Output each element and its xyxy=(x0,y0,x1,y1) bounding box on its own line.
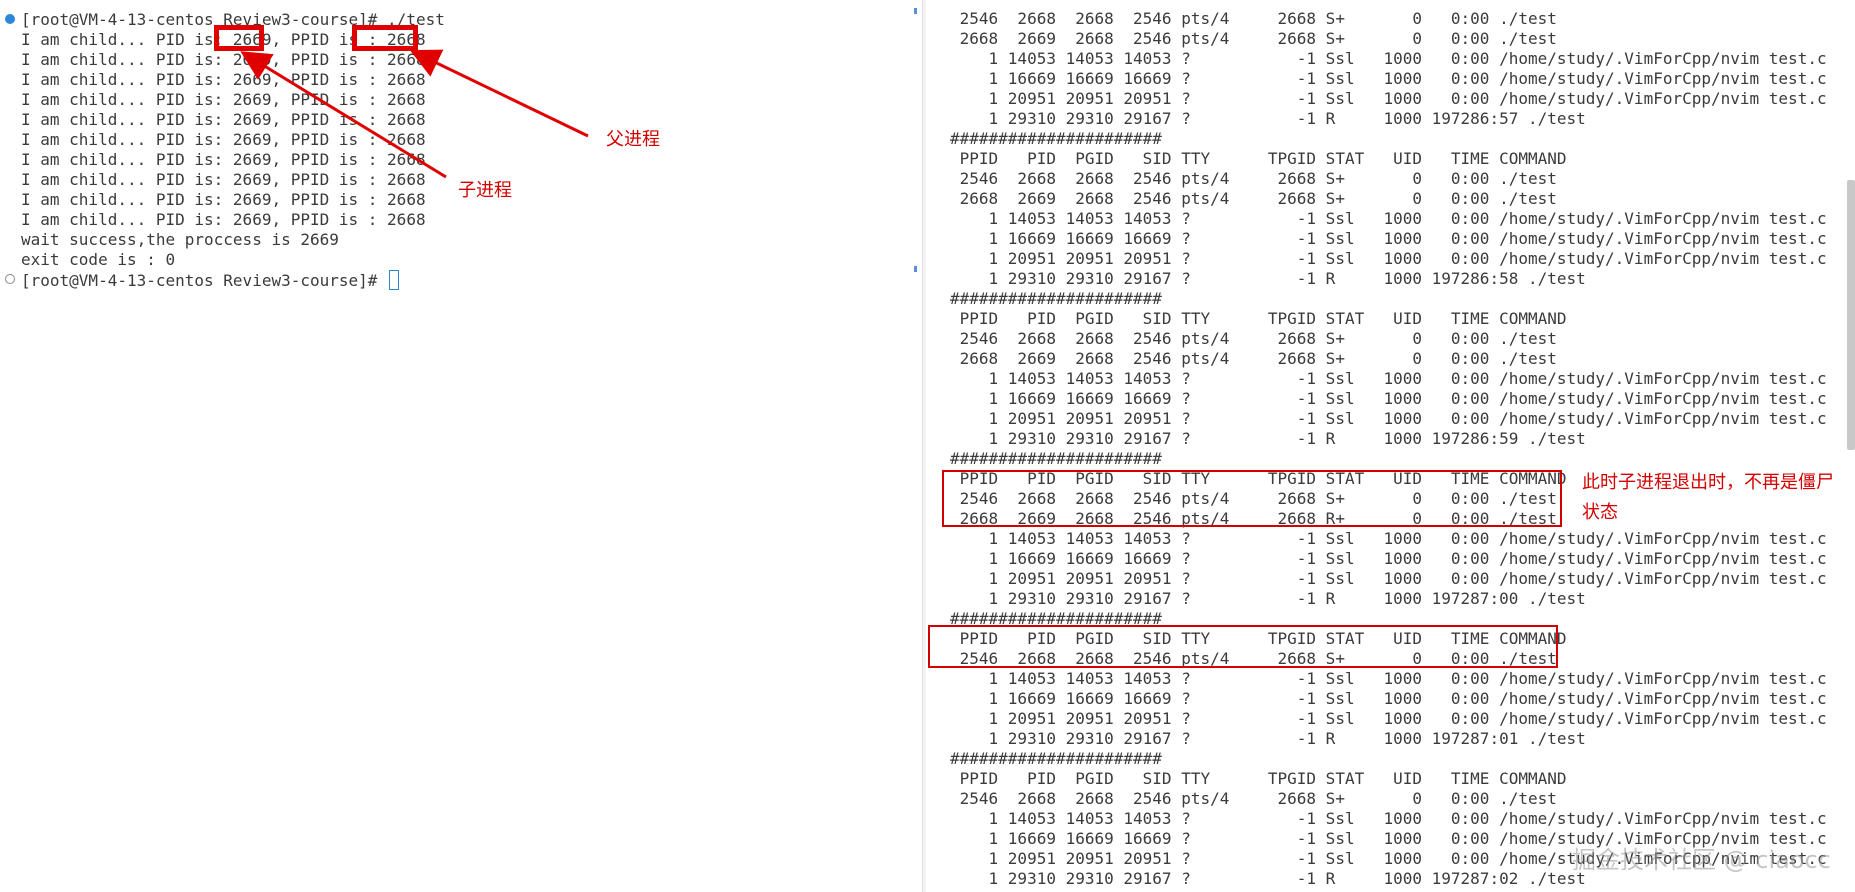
ps-process-row: 1 29310 29310 29167 ? -1 R 1000 197286:5… xyxy=(950,109,1586,128)
ps-process-row: 2546 2668 2668 2546 pts/4 2668 S+ 0 0:00… xyxy=(950,9,1557,28)
left-terminal-pane[interactable]: [root@VM-4-13-centos Review3-course]# ./… xyxy=(0,0,922,892)
left-pane-edge-marker xyxy=(914,266,917,272)
terminal-output-line: I am child... PID is: 2669, PPID is : 26… xyxy=(21,70,426,89)
separator-line: ###################### xyxy=(950,449,1162,468)
ps-process-row: 1 16669 16669 16669 ? -1 Ssl 1000 0:00 /… xyxy=(950,69,1827,88)
ps-process-row: 1 16669 16669 16669 ? -1 Ssl 1000 0:00 /… xyxy=(950,229,1827,248)
child-exited-highlight xyxy=(928,625,1558,668)
separator-line: ###################### xyxy=(950,749,1162,768)
terminal-output-line: exit code is : 0 xyxy=(21,250,176,269)
zombie-state-note: 此时子进程退出时，不再是僵尸状态 xyxy=(1582,472,1834,523)
watermark: 掘金技术社区 @ ciaocc xyxy=(1572,846,1831,874)
left-pane-edge-marker xyxy=(914,8,917,14)
command-success-dot-icon xyxy=(5,14,15,24)
command-pending-dot-icon xyxy=(5,274,15,284)
ps-process-row: 1 29310 29310 29167 ? -1 R 1000 197287:0… xyxy=(950,589,1586,608)
ps-process-row: 1 29310 29310 29167 ? -1 R 1000 197286:5… xyxy=(950,429,1586,448)
right-pane-scrollbar[interactable] xyxy=(1847,180,1855,450)
terminal-output-line: I am child... PID is: 2669, PPID is : 26… xyxy=(21,150,426,169)
ps-process-row: 2668 2669 2668 2546 pts/4 2668 S+ 0 0:00… xyxy=(950,29,1557,48)
ps-process-row: 1 20951 20951 20951 ? -1 Ssl 1000 0:00 /… xyxy=(950,89,1827,108)
ps-process-row: 1 20951 20951 20951 ? -1 Ssl 1000 0:00 /… xyxy=(950,569,1827,588)
ps-header-row: PPID PID PGID SID TTY TPGID STAT UID TIM… xyxy=(950,149,1567,168)
ps-process-row: 1 14053 14053 14053 ? -1 Ssl 1000 0:00 /… xyxy=(950,49,1827,68)
ps-process-row: 2546 2668 2668 2546 pts/4 2668 S+ 0 0:00… xyxy=(950,329,1557,348)
zombie-state-highlight xyxy=(942,470,1562,527)
ps-process-row: 1 29310 29310 29167 ? -1 R 1000 197286:5… xyxy=(950,269,1586,288)
ps-process-row: 1 16669 16669 16669 ? -1 Ssl 1000 0:00 /… xyxy=(950,689,1827,708)
ps-process-row: 2668 2669 2668 2546 pts/4 2668 S+ 0 0:00… xyxy=(950,349,1557,368)
separator-line: ###################### xyxy=(950,289,1162,308)
parent-process-label: 父进程 xyxy=(606,129,660,150)
ps-process-row: 1 16669 16669 16669 ? -1 Ssl 1000 0:00 /… xyxy=(950,549,1827,568)
ps-process-row: 1 14053 14053 14053 ? -1 Ssl 1000 0:00 /… xyxy=(950,809,1827,828)
screenshot-root: [root@VM-4-13-centos Review3-course]# ./… xyxy=(0,0,1855,892)
ps-header-row: PPID PID PGID SID TTY TPGID STAT UID TIM… xyxy=(950,309,1567,328)
terminal-output-line: I am child... PID is: 2669, PPID is : 26… xyxy=(21,130,426,149)
ps-process-row: 1 14053 14053 14053 ? -1 Ssl 1000 0:00 /… xyxy=(950,209,1827,228)
ps-process-row: 1 29310 29310 29167 ? -1 R 1000 197287:0… xyxy=(950,869,1586,888)
ps-header-row: PPID PID PGID SID TTY TPGID STAT UID TIM… xyxy=(950,769,1567,788)
ps-process-row: 2546 2668 2668 2546 pts/4 2668 S+ 0 0:00… xyxy=(950,169,1557,188)
ps-process-row: 1 20951 20951 20951 ? -1 Ssl 1000 0:00 /… xyxy=(950,709,1827,728)
terminal-output-line: I am child... PID is: 2669, PPID is : 26… xyxy=(21,170,426,189)
ps-process-row: 1 29310 29310 29167 ? -1 R 1000 197287:0… xyxy=(950,729,1586,748)
parent-pid-highlight xyxy=(352,25,418,51)
ps-process-row: 1 20951 20951 20951 ? -1 Ssl 1000 0:00 /… xyxy=(950,409,1827,428)
ps-process-row: 1 20951 20951 20951 ? -1 Ssl 1000 0:00 /… xyxy=(950,249,1827,268)
child-process-label: 子进程 xyxy=(458,180,512,201)
separator-line: ###################### xyxy=(950,129,1162,148)
terminal-output-line: I am child... PID is: 2669, PPID is : 26… xyxy=(21,110,426,129)
terminal-output-line: wait success,the proccess is 2669 xyxy=(21,230,339,249)
ps-process-row: 2546 2668 2668 2546 pts/4 2668 S+ 0 0:00… xyxy=(950,789,1557,808)
ps-process-row: 1 14053 14053 14053 ? -1 Ssl 1000 0:00 /… xyxy=(950,529,1827,548)
terminal-output-line: I am child... PID is: 2669, PPID is : 26… xyxy=(21,190,426,209)
ps-process-row: 1 14053 14053 14053 ? -1 Ssl 1000 0:00 /… xyxy=(950,669,1827,688)
ps-process-row: 2668 2669 2668 2546 pts/4 2668 S+ 0 0:00… xyxy=(950,189,1557,208)
text-cursor[interactable] xyxy=(389,270,400,290)
ps-process-row: 1 14053 14053 14053 ? -1 Ssl 1000 0:00 /… xyxy=(950,369,1827,388)
ps-process-row: 1 16669 16669 16669 ? -1 Ssl 1000 0:00 /… xyxy=(950,389,1827,408)
terminal-output-line: I am child... PID is: 2669, PPID is : 26… xyxy=(21,50,426,69)
child-pid-highlight xyxy=(214,25,264,51)
terminal-output-line: I am child... PID is: 2669, PPID is : 26… xyxy=(21,210,426,229)
shell-prompt-line: [root@VM-4-13-centos Review3-course]# xyxy=(21,270,400,290)
terminal-output-line: I am child... PID is: 2669, PPID is : 26… xyxy=(21,90,426,109)
